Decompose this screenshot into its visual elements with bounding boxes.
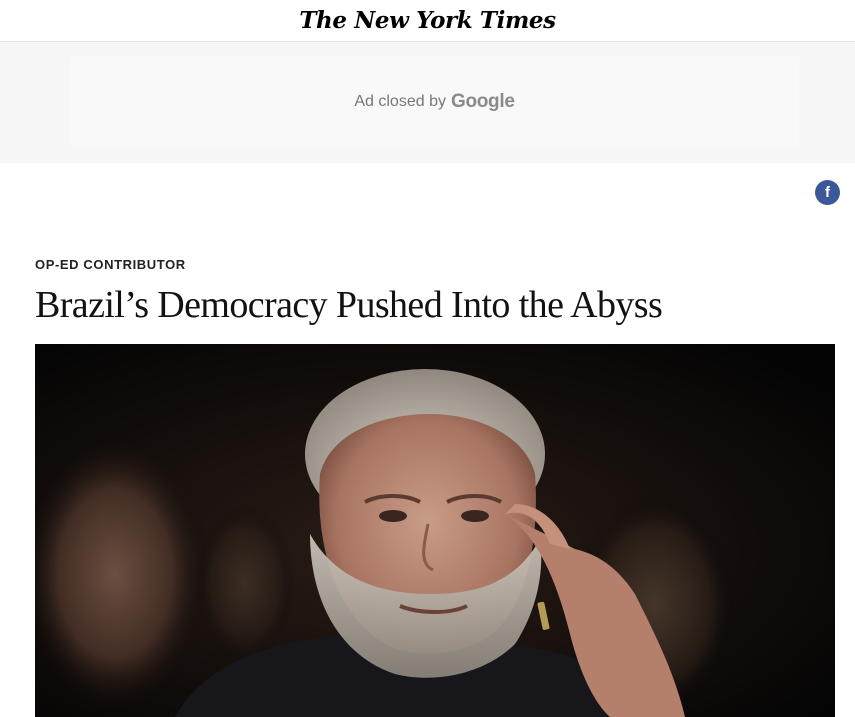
ad-closed-text: Ad closed by	[354, 93, 446, 110]
article-kicker: OP-ED CONTRIBUTOR	[35, 257, 186, 272]
facebook-share-button[interactable]: f	[815, 180, 840, 205]
hero-photo	[35, 344, 835, 717]
facebook-icon: f	[825, 184, 830, 201]
hero-image	[35, 344, 835, 717]
article-headline: Brazil’s Democracy Pushed Into the Abyss	[35, 284, 663, 326]
ad-closed-box: Ad closed by Google	[70, 57, 799, 147]
masthead: The New York Times	[0, 0, 855, 42]
nyt-logo[interactable]: The New York Times	[299, 7, 556, 34]
ad-band: Ad closed by Google	[0, 42, 855, 163]
google-logo: Google	[450, 91, 515, 112]
